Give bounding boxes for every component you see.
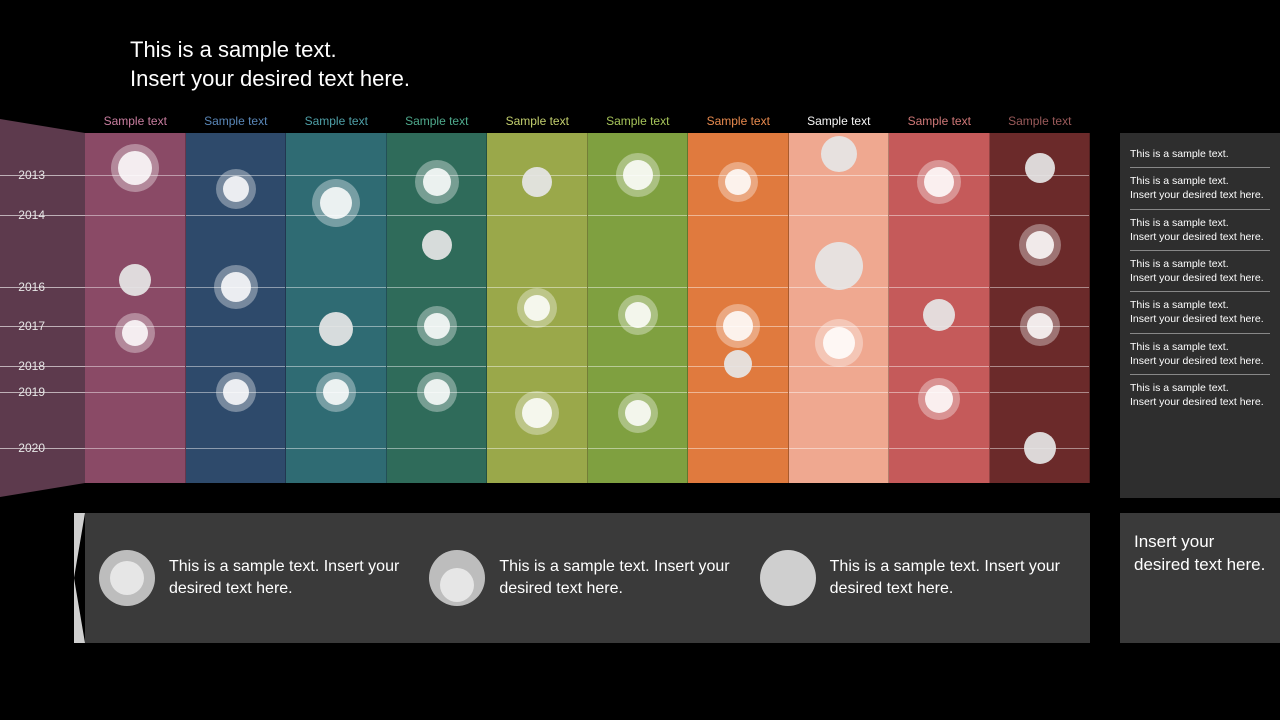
grid-row-line: [789, 175, 889, 176]
grid-row-line: [688, 287, 788, 288]
year-label: 2016: [18, 280, 45, 294]
grid-row-line: [588, 448, 688, 449]
year-tick: 2017: [0, 326, 85, 327]
legend-item: This is a sample text. Insert your desir…: [99, 550, 415, 606]
grid-row-line: [186, 448, 286, 449]
grid-row-line: [990, 366, 1090, 367]
grid-row-line: [487, 215, 587, 216]
legend-panel: This is a sample text. Insert your desir…: [85, 513, 1090, 643]
grid-row-line: [85, 366, 185, 367]
year-label: 2017: [18, 319, 45, 333]
column-headers: Sample textSample textSample textSample …: [85, 114, 1090, 132]
column-header: Sample text: [688, 114, 789, 132]
grid-row-line: [588, 366, 688, 367]
legend-marker-icon: [99, 550, 155, 606]
legend-perspective-top: [74, 513, 85, 578]
year-tick: 2013: [0, 175, 85, 176]
column-header: Sample text: [588, 114, 689, 132]
legend-perspective-bottom: [74, 578, 85, 643]
side-notes-panel: This is a sample text.This is a sample t…: [1120, 133, 1280, 498]
side-note-entry: This is a sample text.Insert your desire…: [1130, 210, 1270, 251]
grid-row-line: [688, 215, 788, 216]
grid-row-line: [990, 287, 1090, 288]
axis-perspective-bottom: [0, 483, 85, 497]
grid-row-line: [889, 215, 989, 216]
grid-row-line: [186, 326, 286, 327]
column-header: Sample text: [789, 114, 890, 132]
grid-row-line: [286, 287, 386, 288]
side-note-entry: This is a sample text.Insert your desire…: [1130, 168, 1270, 209]
side-box-text: Insert your desired text here.: [1134, 532, 1265, 574]
year-label: 2018: [18, 359, 45, 373]
grid-row-line: [990, 215, 1090, 216]
side-note-entry: This is a sample text.Insert your desire…: [1130, 334, 1270, 375]
year-label: 2019: [18, 385, 45, 399]
year-label: 2013: [18, 168, 45, 182]
year-tick: 2014: [0, 215, 85, 216]
grid-row-line: [286, 448, 386, 449]
grid-row-line: [789, 215, 889, 216]
column-header: Sample text: [990, 114, 1091, 132]
grid-row-line: [889, 287, 989, 288]
grid-row-line: [487, 448, 587, 449]
column-header: Sample text: [387, 114, 488, 132]
side-box: Insert your desired text here.: [1120, 513, 1280, 643]
column-header: Sample text: [487, 114, 588, 132]
grid-row-line: [588, 287, 688, 288]
title-line-1: This is a sample text.: [130, 37, 337, 62]
grid-row-line: [688, 392, 788, 393]
slide-title: This is a sample text. Insert your desir…: [130, 36, 410, 93]
grid-row-line: [588, 215, 688, 216]
grid-row-line: [387, 287, 487, 288]
year-label: 2014: [18, 208, 45, 222]
side-note-entry: This is a sample text.Insert your desire…: [1130, 251, 1270, 292]
year-tick: 2020: [0, 448, 85, 449]
year-tick: 2019: [0, 392, 85, 393]
grid-column: [789, 133, 890, 483]
grid-row-line: [990, 392, 1090, 393]
legend-marker-icon: [760, 550, 816, 606]
grid-row-line: [186, 366, 286, 367]
side-note-entry: This is a sample text.Insert your desire…: [1130, 292, 1270, 333]
grid-row-line: [688, 448, 788, 449]
grid-row-line: [889, 366, 989, 367]
grid-row-line: [85, 215, 185, 216]
legend-text: This is a sample text. Insert your desir…: [169, 556, 415, 599]
legend-item: This is a sample text. Insert your desir…: [760, 550, 1076, 606]
grid-row-line: [85, 448, 185, 449]
grid-row-line: [387, 366, 487, 367]
grid-row-line: [889, 448, 989, 449]
data-grid: [85, 133, 1090, 483]
legend-text: This is a sample text. Insert your desir…: [499, 556, 745, 599]
axis-perspective-top: [0, 119, 85, 133]
title-line-2: Insert your desired text here.: [130, 66, 410, 91]
grid-row-line: [387, 448, 487, 449]
year-label: 2020: [18, 441, 45, 455]
legend-item: This is a sample text. Insert your desir…: [429, 550, 745, 606]
column-header: Sample text: [286, 114, 387, 132]
legend-text: This is a sample text. Insert your desir…: [830, 556, 1076, 599]
grid-row-line: [789, 392, 889, 393]
year-axis: 2013 2014 2016 2017 2018 2019 2020: [0, 133, 85, 483]
column-header: Sample text: [889, 114, 990, 132]
year-tick: 2016: [0, 287, 85, 288]
grid-row-line: [789, 448, 889, 449]
year-tick: 2018: [0, 366, 85, 367]
grid-row-line: [286, 175, 386, 176]
grid-row-line: [487, 366, 587, 367]
legend-marker-icon: [429, 550, 485, 606]
side-note-entry: This is a sample text.: [1130, 141, 1270, 168]
grid-row-line: [387, 215, 487, 216]
column-header: Sample text: [186, 114, 287, 132]
grid-row-line: [286, 366, 386, 367]
grid-row-line: [85, 392, 185, 393]
side-note-entry: This is a sample text.Insert your desire…: [1130, 375, 1270, 415]
grid-row-line: [186, 215, 286, 216]
column-header: Sample text: [85, 114, 186, 132]
